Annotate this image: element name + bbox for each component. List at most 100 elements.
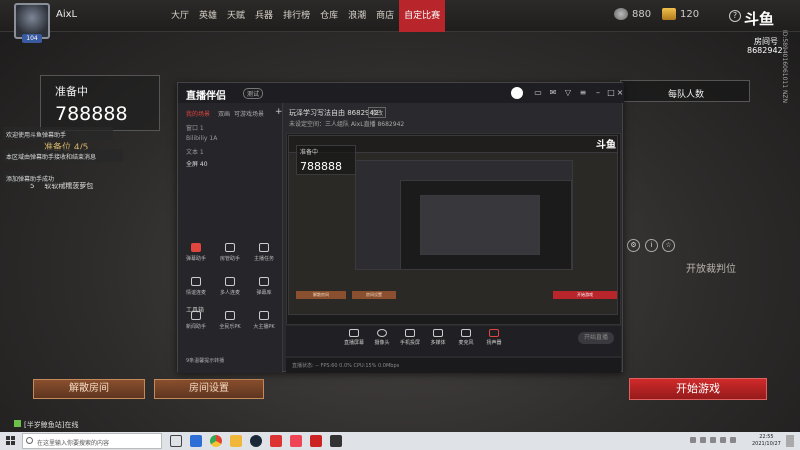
chat-notice: 欢迎使用斗鱼弹幕助手 (3, 127, 113, 140)
taskbar-search-input[interactable]: 在这里输入你要搜索的内容 (22, 433, 162, 449)
network-icon[interactable] (720, 437, 726, 443)
stream-title[interactable]: 玩泽学习写法自由 8682942 (289, 108, 378, 118)
app-icon[interactable] (270, 435, 282, 447)
tab-my-scenes[interactable]: 我的场景 (186, 109, 210, 118)
friend-status: [半岁鲸鱼站]在线 (14, 420, 78, 430)
nested-disband-button: 解散房间 (296, 291, 346, 299)
nested-room-number: 788888 (300, 160, 342, 173)
version-badge: 测试 (243, 88, 264, 99)
help-icon[interactable]: ? (729, 10, 741, 22)
cast-icon[interactable]: ▭ (533, 88, 543, 98)
taskbar-clock[interactable]: 22:55 2021/10/27 (752, 434, 781, 448)
pk-icon (225, 311, 235, 320)
username: AixL (56, 9, 78, 20)
tool-danmu-assistant[interactable]: 弹幕助手 (182, 243, 210, 262)
tool-big-pk[interactable]: 大主播PK (250, 311, 278, 330)
team-size-label: 每队人数 (668, 90, 705, 100)
edit-badge[interactable]: 修改 (368, 107, 387, 118)
folder-icon[interactable] (230, 435, 242, 447)
scene-item[interactable]: 窗口 1 (186, 123, 204, 132)
tool-link-mic[interactable]: 情谊连麦 (182, 277, 210, 296)
media-button[interactable]: 多媒体 (424, 329, 452, 346)
tray-icon[interactable] (700, 437, 706, 443)
steam-icon[interactable] (250, 435, 262, 447)
task-view-icon[interactable] (170, 435, 182, 447)
avatar[interactable]: 104 (14, 3, 50, 43)
tab-dual[interactable]: 双画 (218, 109, 230, 118)
coins-value: 880 (632, 8, 652, 20)
nav-item-heroes[interactable]: 英雄 (194, 0, 222, 32)
screen-capture-button[interactable]: 直播屏幕 (340, 329, 368, 346)
close-icon[interactable]: × (615, 88, 625, 98)
start-game-button[interactable]: 开始游戏 (629, 378, 767, 400)
nav-item-lobby[interactable]: 大厅 (166, 0, 194, 32)
tool-multi-mic[interactable]: 多人连麦 (216, 277, 244, 296)
menu-icon[interactable]: ≡ (578, 88, 588, 98)
trophy-icon (259, 311, 269, 320)
friend-status-text: [半岁鲸鱼站]在线 (24, 421, 79, 429)
tool-danmu-lib[interactable]: 弹幕库 (250, 277, 278, 296)
mail-icon[interactable]: ✉ (548, 88, 558, 98)
nested-preview-inner2 (420, 195, 540, 255)
tool-news[interactable]: 新闻助手 (182, 311, 210, 330)
start-live-button[interactable]: 开始直播 (578, 332, 614, 344)
record-icon[interactable] (511, 87, 523, 99)
clock-date: 2021/10/27 (752, 441, 781, 447)
nav-item-leaderboard[interactable]: 排行榜 (278, 0, 315, 32)
phone-cast-button[interactable]: 手机投屏 (396, 329, 424, 346)
disband-room-button[interactable]: 解散房间 (33, 379, 145, 399)
tool-room-manager[interactable]: 房管助手 (216, 243, 244, 262)
info-icon[interactable]: i (645, 239, 658, 252)
shirt-icon[interactable]: ▽ (563, 88, 573, 98)
notification-icon[interactable] (786, 435, 794, 447)
side-id-text: ID:5894016061011 NZN (781, 30, 788, 104)
microphone-button[interactable]: 麦克风 (452, 329, 480, 346)
nav-item-talents[interactable]: 天赋 (222, 0, 250, 32)
volume-icon[interactable] (730, 437, 736, 443)
douyu-app-icon[interactable] (290, 435, 302, 447)
gear-icon[interactable]: ⚙ (627, 239, 640, 252)
lobby-status: 准备中 (55, 85, 88, 98)
task-icon (259, 243, 269, 252)
link-icon (191, 277, 201, 286)
camera-button[interactable]: 摄像头 (368, 329, 396, 346)
minimize-icon[interactable]: – (593, 88, 603, 98)
tool-pk[interactable]: 全民乐PK (216, 311, 244, 330)
chrome-icon[interactable] (210, 435, 222, 447)
gold-display[interactable]: 120 (662, 8, 699, 20)
terminal-icon[interactable] (330, 435, 342, 447)
status-bar: 直播状态: -- FPS:60 0.0% CPU:15% 0.0Mbps (286, 358, 621, 373)
scene-item[interactable]: 全屏 40 (186, 159, 208, 168)
nav-item-warehouse[interactable]: 仓库 (315, 0, 343, 32)
nav-item-tide[interactable]: 浪潮 (343, 0, 371, 32)
game-app-icon[interactable] (310, 435, 322, 447)
tab-scene[interactable]: 场景 (252, 109, 264, 118)
scene-item[interactable]: 文本 1 (186, 147, 204, 156)
edge-icon[interactable] (190, 435, 202, 447)
star-icon[interactable]: ☆ (662, 239, 675, 252)
room-settings-button[interactable]: 房间设置 (154, 379, 264, 399)
group-icon (225, 277, 235, 286)
clock-time: 22:55 (759, 434, 774, 440)
tab-game[interactable]: 可游戏 (234, 109, 252, 118)
tray-icon[interactable] (710, 437, 716, 443)
scene-item[interactable]: Bilibiliy 1A (186, 135, 217, 142)
add-scene-icon[interactable]: + (275, 107, 283, 117)
nested-start-button: 开始游戏 (553, 291, 617, 299)
speaker-button[interactable]: 扬声器 (480, 329, 508, 346)
nav-item-shop[interactable]: 商店 (371, 0, 399, 32)
windows-start-icon[interactable] (6, 436, 16, 446)
speaker-icon (489, 329, 499, 337)
nav-item-weapons[interactable]: 兵器 (250, 0, 278, 32)
tray-icon[interactable] (690, 437, 696, 443)
open-judge-label[interactable]: 开放裁判位 (686, 260, 736, 275)
level-badge: 104 (22, 34, 42, 43)
douyu-logo: 斗鱼 (744, 10, 775, 28)
news-icon (191, 311, 201, 320)
chat-notice: 本区域由弹幕助手接收和结束消息 (3, 149, 123, 162)
nav-item-custom-match[interactable]: 自定比赛 (399, 0, 446, 32)
stream-meta: 未设定空间：三人组队 AixL直播 8682942 (289, 121, 405, 128)
coins-display[interactable]: 880 (614, 8, 651, 20)
tool-streamer-task[interactable]: 主播任务 (250, 243, 278, 262)
gold-value: 120 (680, 8, 700, 20)
